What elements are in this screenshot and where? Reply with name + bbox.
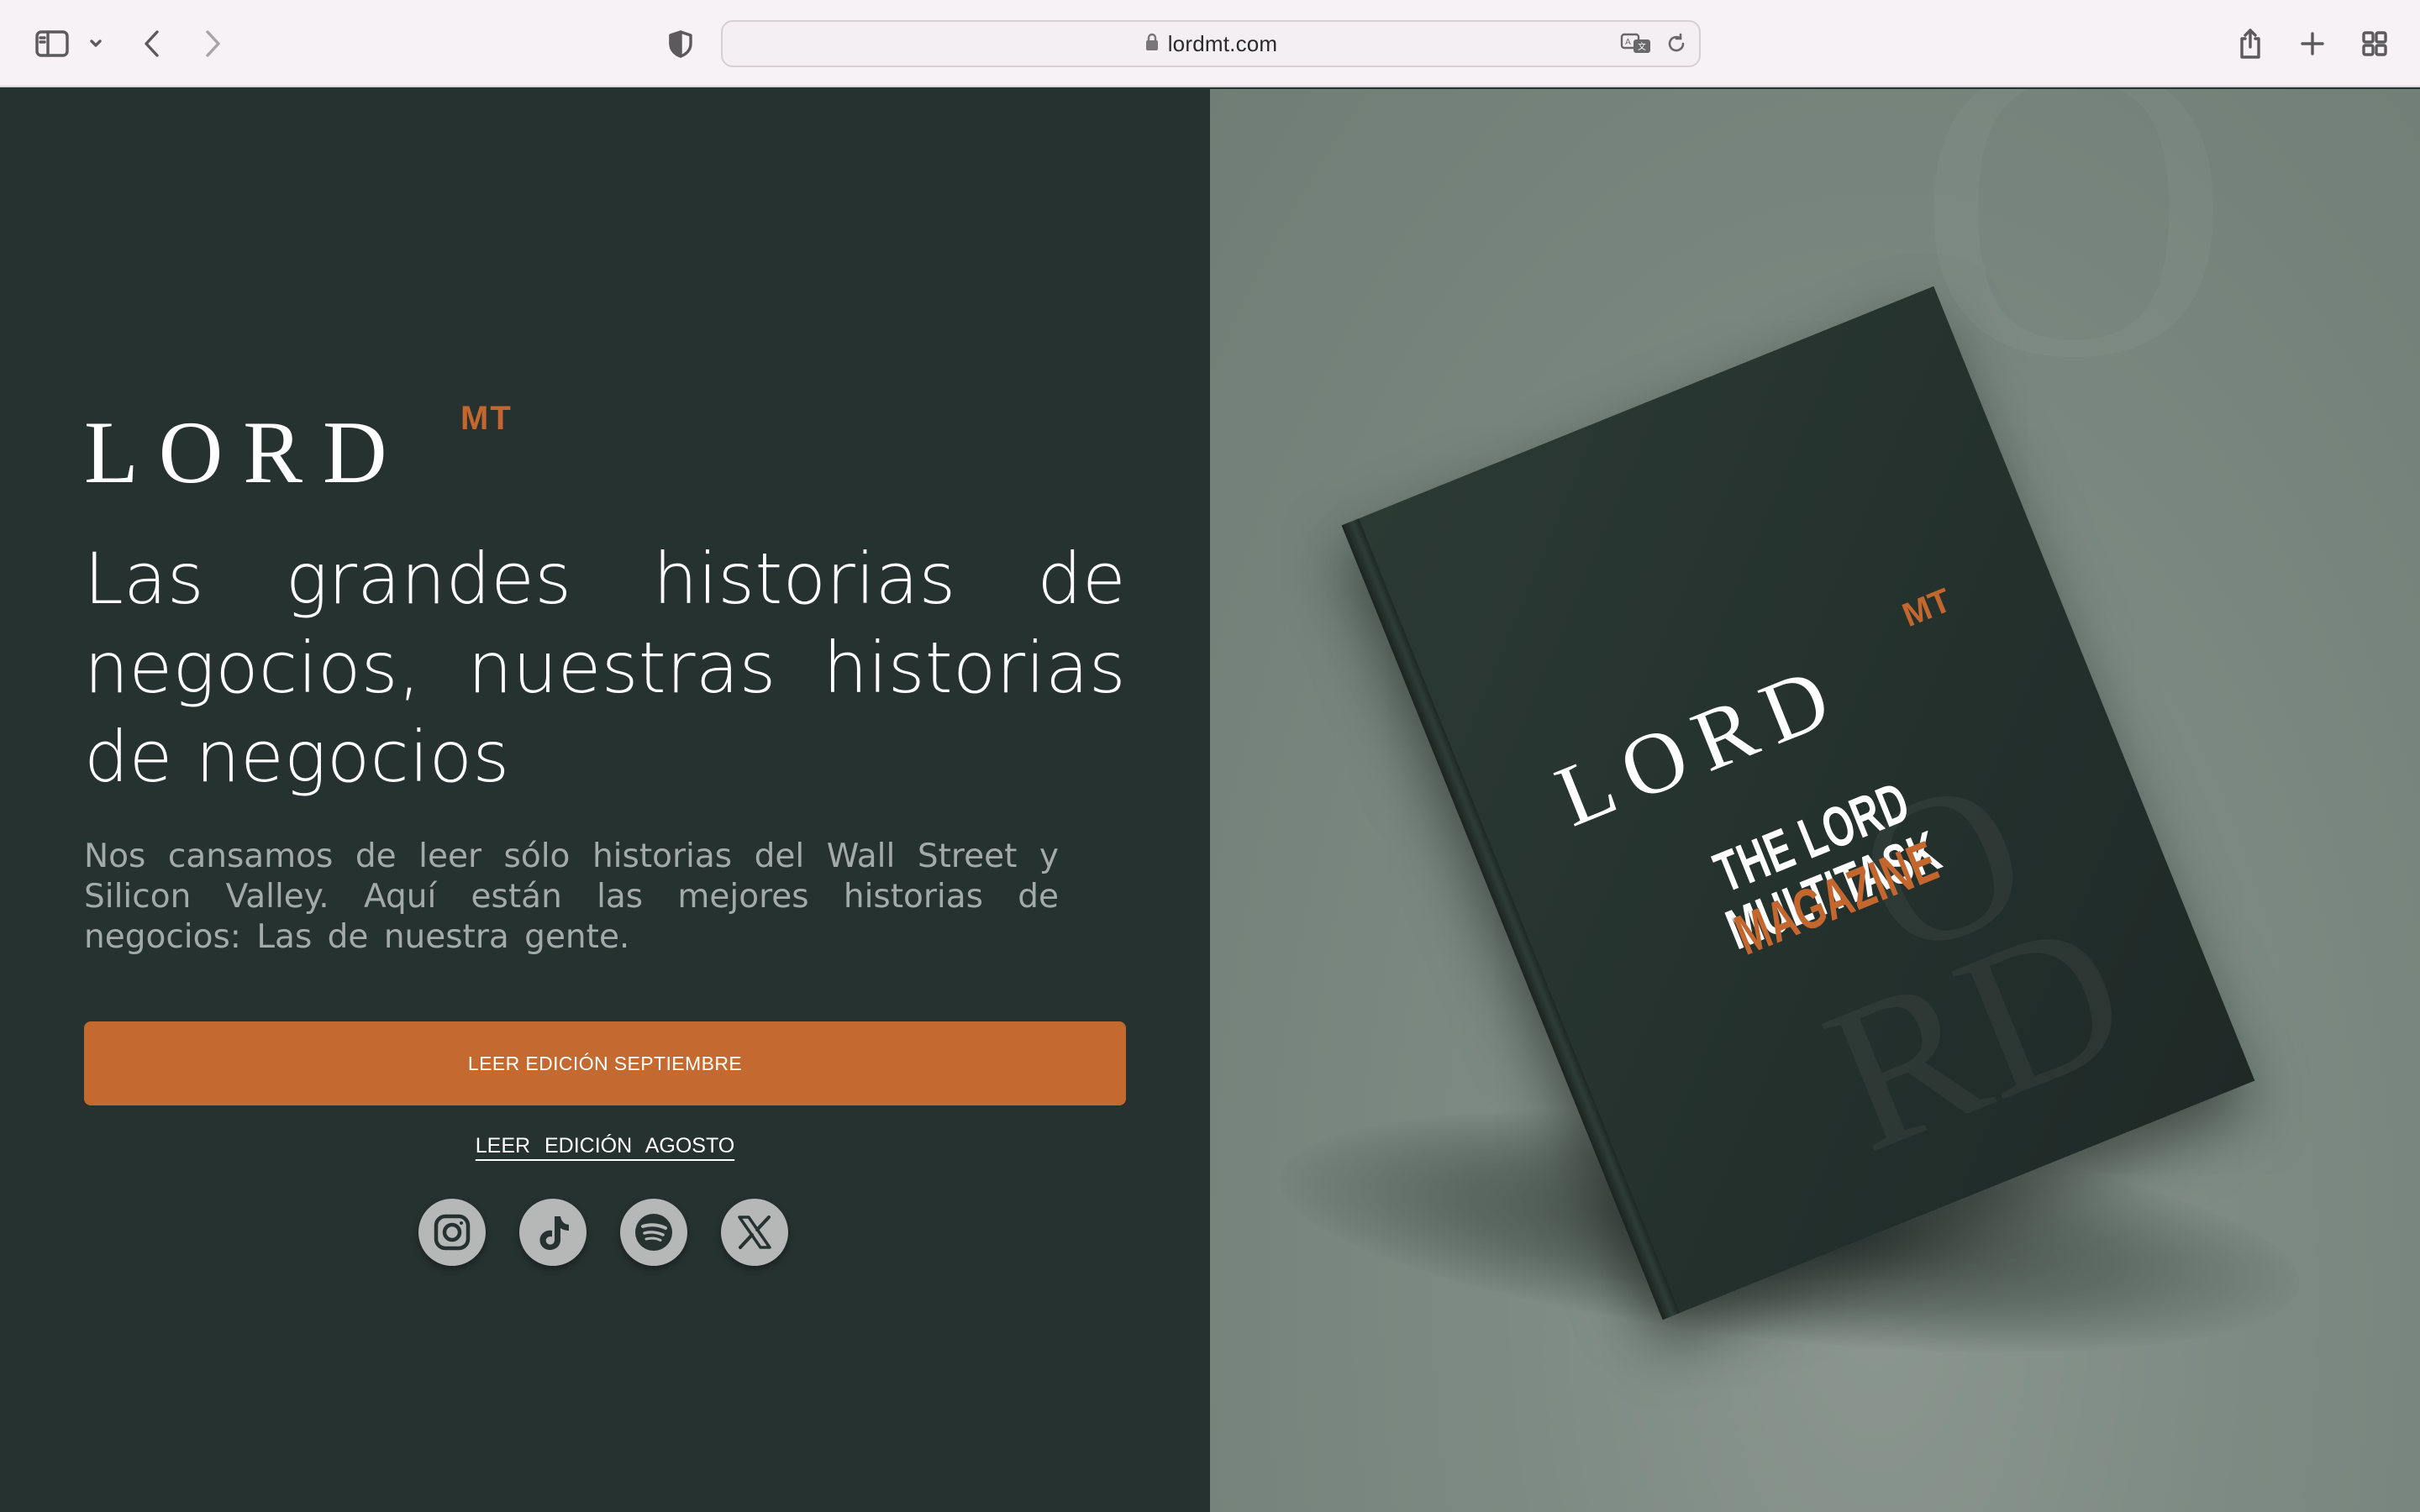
hero-panel: LORD MT Las grandes historias de negocio… — [0, 89, 1210, 1512]
x-icon[interactable] — [721, 1199, 788, 1266]
secondary-link-row: LEER EDICIÓN AGOSTO — [0, 1134, 1210, 1158]
new-tab-icon[interactable] — [2297, 0, 2328, 87]
tab-overview-icon[interactable] — [2360, 0, 2390, 87]
browser-toolbar: lordmt.com A文 — [0, 0, 2420, 87]
privacy-shield-icon[interactable] — [666, 0, 696, 87]
reload-icon[interactable] — [1665, 22, 1687, 66]
share-icon[interactable] — [2235, 0, 2265, 87]
read-august-edition-link[interactable]: LEER EDICIÓN AGOSTO — [476, 1134, 735, 1158]
hero-subtext: Nos cansamos de leer sólo historias del … — [84, 837, 1059, 956]
magazine-cover: O RD LORD MT THE LORD MULTITASK MAGAZINE — [1341, 286, 2255, 1320]
magazine-mockup-image: O O RD LORD MT THE LORD MULTITASK MAGAZI… — [1210, 89, 2420, 1512]
tiktok-icon[interactable] — [519, 1199, 587, 1266]
cover-watermark-2: RD — [1797, 871, 2156, 1197]
translate-icon[interactable]: A文 — [1620, 22, 1654, 66]
logo-wordmark: LORD — [84, 403, 408, 501]
chevron-down-icon[interactable] — [86, 0, 106, 87]
cover-logo-superscript: MT — [1897, 581, 1957, 634]
url-text: lordmt.com — [1167, 30, 1278, 56]
spotify-icon[interactable] — [620, 1199, 687, 1266]
address-bar[interactable]: lordmt.com A文 — [721, 20, 1701, 67]
back-icon[interactable] — [139, 0, 165, 87]
lock-icon — [1144, 31, 1160, 57]
forward-icon[interactable] — [200, 0, 225, 87]
read-september-edition-button[interactable]: LEER EDICIÓN SEPTIEMBRE — [84, 1021, 1126, 1105]
social-links — [418, 1199, 788, 1266]
hero-headline: Las grandes historias de negocios, nuest… — [84, 538, 1126, 798]
logo-superscript: MT — [460, 400, 513, 437]
svg-text:文: 文 — [1638, 41, 1646, 52]
sidebar-toggle-icon[interactable] — [30, 0, 74, 87]
instagram-icon[interactable] — [418, 1199, 486, 1266]
svg-text:A: A — [1625, 38, 1631, 47]
